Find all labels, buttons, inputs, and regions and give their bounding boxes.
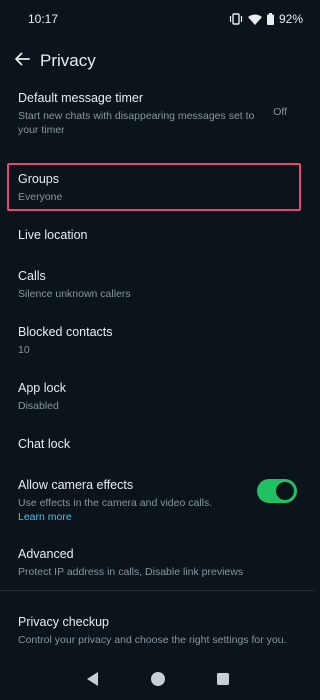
- privacy-screen: 10:17 92% Privacy Default message timer …: [0, 0, 315, 700]
- advanced-title: Advanced: [18, 547, 74, 561]
- status-icons: 92%: [229, 12, 303, 26]
- status-bar: 10:17 92%: [0, 0, 315, 38]
- nav-back-button[interactable]: [83, 671, 103, 691]
- camera-effects-subtitle: Use effects in the camera and video call…: [18, 497, 213, 509]
- recents-square-icon: [216, 672, 229, 690]
- nav-home-button[interactable]: [148, 671, 168, 691]
- app-lock-title: App lock: [18, 381, 66, 395]
- app-bar: Privacy: [0, 40, 315, 82]
- blocked-contacts-title: Blocked contacts: [18, 325, 113, 339]
- camera-effects-item[interactable]: Allow camera effects Use effects in the …: [0, 478, 315, 524]
- privacy-checkup-subtitle: Control your privacy and choose the righ…: [18, 634, 287, 646]
- home-circle-icon: [150, 671, 165, 691]
- chat-lock-title: Chat lock: [18, 437, 71, 451]
- system-nav-bar: [0, 662, 315, 700]
- calls-title: Calls: [18, 269, 46, 283]
- blocked-contacts-count: 10: [18, 344, 30, 356]
- chat-lock-item[interactable]: Chat lock: [0, 437, 315, 452]
- advanced-subtitle: Protect IP address in calls, Disable lin…: [18, 566, 244, 578]
- back-triangle-icon: [86, 671, 99, 691]
- battery-percent: 92%: [278, 12, 303, 26]
- message-timer-item[interactable]: Default message timer Start new chats wi…: [0, 91, 315, 137]
- page-title: Privacy: [40, 51, 96, 70]
- learn-more-link[interactable]: Learn more: [18, 510, 297, 524]
- section-divider: [0, 590, 315, 591]
- live-location-item[interactable]: Live location: [0, 228, 315, 243]
- privacy-checkup-title: Privacy checkup: [18, 615, 110, 629]
- advanced-item[interactable]: Advanced Protect IP address in calls, Di…: [0, 547, 315, 579]
- privacy-checkup-item[interactable]: Privacy checkup Control your privacy and…: [0, 615, 315, 647]
- vibrate-icon: [229, 13, 243, 25]
- groups-subtitle: Everyone: [18, 191, 63, 203]
- live-location-title: Live location: [18, 228, 88, 242]
- app-lock-subtitle: Disabled: [18, 400, 59, 412]
- message-timer-subtitle: Start new chats with disappearing messag…: [18, 110, 255, 136]
- nav-recents-button[interactable]: [213, 671, 233, 691]
- toggle-knob: [276, 482, 294, 500]
- blocked-contacts-item[interactable]: Blocked contacts 10: [0, 325, 315, 357]
- arrow-left-icon: [14, 51, 30, 72]
- app-lock-item[interactable]: App lock Disabled: [0, 381, 315, 413]
- calls-item[interactable]: Calls Silence unknown callers: [0, 269, 315, 301]
- camera-effects-toggle[interactable]: [257, 479, 297, 503]
- message-timer-value: Off: [273, 106, 287, 118]
- message-timer-title: Default message timer: [18, 91, 144, 105]
- camera-effects-title: Allow camera effects: [18, 478, 134, 492]
- groups-item[interactable]: Groups Everyone: [0, 172, 315, 204]
- wifi-icon: [247, 14, 262, 25]
- back-button[interactable]: [4, 43, 40, 79]
- battery-icon: [266, 13, 274, 25]
- status-time: 10:17: [28, 12, 59, 26]
- calls-subtitle: Silence unknown callers: [18, 288, 131, 300]
- groups-title: Groups: [18, 172, 59, 186]
